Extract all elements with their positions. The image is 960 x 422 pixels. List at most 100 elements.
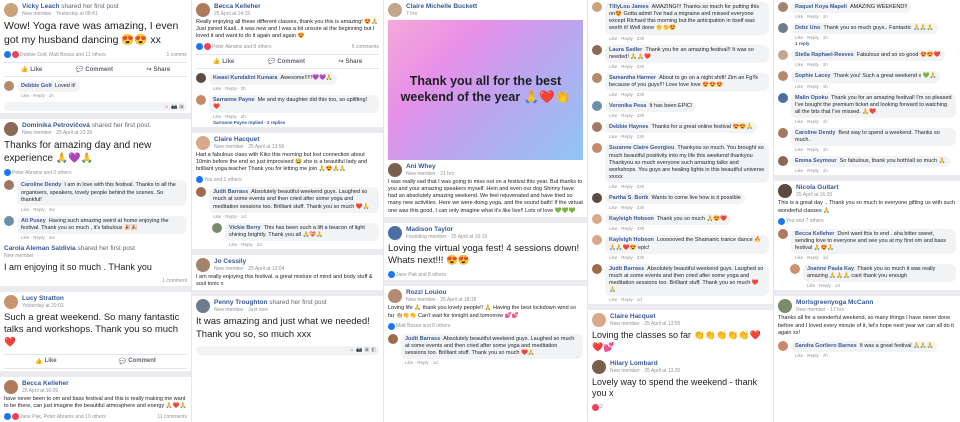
commenter-name[interactable]: Judit Barrass [609,266,644,272]
timestamp[interactable]: 25 April at 13:55 [644,321,680,327]
comment-actions[interactable]: Like · Reply · 23h [605,112,696,118]
timestamp[interactable]: 25 April at 22:26 [56,130,92,136]
avatar[interactable] [592,143,602,154]
author-name[interactable]: Carola Aleman Saldivia [4,245,76,252]
timestamp[interactable]: 25 April at 13:25 [644,368,680,374]
reaction-summary[interactable]: Jane Pak and 8 others [396,272,446,278]
comment-actions[interactable]: Like · Reply · 23h [605,133,757,139]
comment-button[interactable]: 💬 Comment [119,358,156,365]
comment-count[interactable]: 6 comments [352,44,379,50]
avatar[interactable] [388,163,402,177]
comment-actions[interactable]: Like · Reply · 2w [17,234,187,240]
timestamp[interactable]: 25 April at 13:56 [248,144,284,150]
comment-actions[interactable]: Like · Reply · 1d [791,254,956,260]
commenter-name[interactable]: Laura Sadler [609,47,642,53]
comment-actions[interactable]: Like · Reply · 2w [17,206,187,212]
avatar[interactable] [196,3,210,17]
avatar[interactable] [778,50,788,61]
author-name[interactable]: Claire Hacquet [214,136,284,143]
avatar[interactable] [778,299,792,314]
like-button[interactable]: 👍 Like [35,358,57,365]
avatar[interactable] [778,156,788,167]
comment-actions[interactable]: Like · Reply · 1d [803,282,956,288]
timestamp[interactable]: 21 hrs [440,171,454,177]
comment-actions[interactable]: Like · Reply · 1d [401,359,583,365]
timestamp[interactable]: Yesterday at 08:41 [56,11,98,17]
commenter-name[interactable]: Malin Opoku [795,95,828,101]
reaction-summary[interactable]: 2 [600,404,603,410]
comment-actions[interactable]: Like · Reply · 1d [209,213,379,219]
avatar[interactable] [592,122,602,133]
comment-button[interactable]: 💬 Comment [268,58,305,66]
avatar[interactable] [778,92,788,103]
avatar[interactable] [778,71,788,82]
commenter-name[interactable]: Veronika Pesa [609,103,646,109]
reaction-summary[interactable]: Matt Bossa and 8 others [396,323,450,329]
comment-actions[interactable]: Like · Reply · 7h [791,352,937,358]
share-button[interactable]: ↪ Share [338,58,362,66]
comment-actions[interactable]: Like · Reply · 23h [605,35,769,41]
avatar[interactable] [388,333,398,344]
comment-actions[interactable]: Like · Reply · 1h [791,13,911,19]
comment-count[interactable]: 11 comments [157,414,187,420]
reaction-summary[interactable]: You and 7 others [786,218,824,224]
like-button[interactable]: 👍 Like [213,58,235,66]
commenter-name[interactable]: Debz Uno [795,25,820,31]
comment-actions[interactable]: Like · Reply · 23h [605,254,769,260]
gif-icon[interactable]: ▣ [365,347,370,353]
timestamp[interactable]: 25 April at 16:09 [22,388,69,394]
comment-actions[interactable]: Like · Reply · 1h [791,61,945,67]
avatar[interactable] [4,81,14,92]
share-button[interactable]: ↪ Share [146,66,170,74]
avatar[interactable] [196,94,206,105]
avatar[interactable] [790,264,800,275]
avatar[interactable] [196,299,210,314]
commenter-name[interactable]: Debbie Golt [21,83,52,89]
avatar[interactable] [592,235,602,246]
commenter-name[interactable]: Sophie Lacey [795,73,830,79]
smiley-icon[interactable]: ☺ [349,347,354,353]
avatar[interactable] [196,257,210,272]
commenter-name[interactable]: Raquel Koya Mapeli [795,4,847,10]
commenter-name[interactable]: Samantha Harmer [609,75,656,81]
gif-icon[interactable]: ▣ [179,104,184,110]
reaction-summary[interactable]: You and 2 others [204,177,242,183]
commenter-name[interactable]: Emma Seymour [795,158,837,164]
avatar[interactable] [4,379,18,394]
author-name[interactable]: Hilary Lombard [610,360,680,367]
commenter-name[interactable]: Kayleigh Hobson [609,216,654,222]
comment-actions[interactable]: Like · Reply · 23h [605,183,769,189]
author-name[interactable]: Becca Kelleher [22,380,69,387]
avatar[interactable] [196,135,210,150]
reaction-summary[interactable]: Jane Pak, Peter Abrams and 10 others [20,414,106,420]
author-name[interactable]: Rozzi Louiou [406,289,476,296]
commenter-name[interactable]: Joanne Paula Kay [807,266,854,272]
commenter-name[interactable]: Judit Barrass [405,336,440,342]
timestamp[interactable]: 25 April at 14:15 [214,11,261,17]
comment-actions[interactable]: Like · Reply · 23h [605,91,769,97]
write-comment-input[interactable]: ☺ 📷 ▣ [4,102,187,112]
author-name[interactable]: Becca Kelleher [214,3,261,10]
avatar[interactable] [592,193,602,204]
smiley-icon[interactable]: ☺ [164,104,169,110]
comment-actions[interactable]: Like · Reply · 1h [791,83,940,89]
avatar[interactable] [4,294,18,309]
author-name[interactable]: Nicola Guitart [796,184,839,191]
avatar[interactable] [592,2,602,12]
timestamp[interactable]: Yesterday at 20:03 [22,303,64,309]
comment-actions[interactable]: Like · Reply · 1h [791,118,956,124]
camera-icon[interactable]: 📷 [171,104,177,110]
author-name[interactable]: Lucy Stratton [22,295,64,302]
timestamp[interactable]: 25 April at 12:04 [248,266,284,272]
avatar[interactable] [592,214,602,225]
timestamp[interactable]: 7 hrs [406,11,477,17]
timestamp[interactable]: 17 hrs [830,307,844,313]
avatar[interactable] [778,184,792,199]
timestamp[interactable]: 25 April at 18:18 [440,297,476,303]
camera-icon[interactable]: 📷 [356,347,362,353]
comment-actions[interactable]: Like · Reply · 2h [209,85,337,91]
comment-actions[interactable]: Like · Reply · 23h [605,63,769,69]
commenter-name[interactable]: Caroline Dendy [795,130,835,136]
commenter-name[interactable]: Judit Barrass [213,189,248,195]
author-name[interactable]: Dominika Petrovičová [22,122,90,129]
